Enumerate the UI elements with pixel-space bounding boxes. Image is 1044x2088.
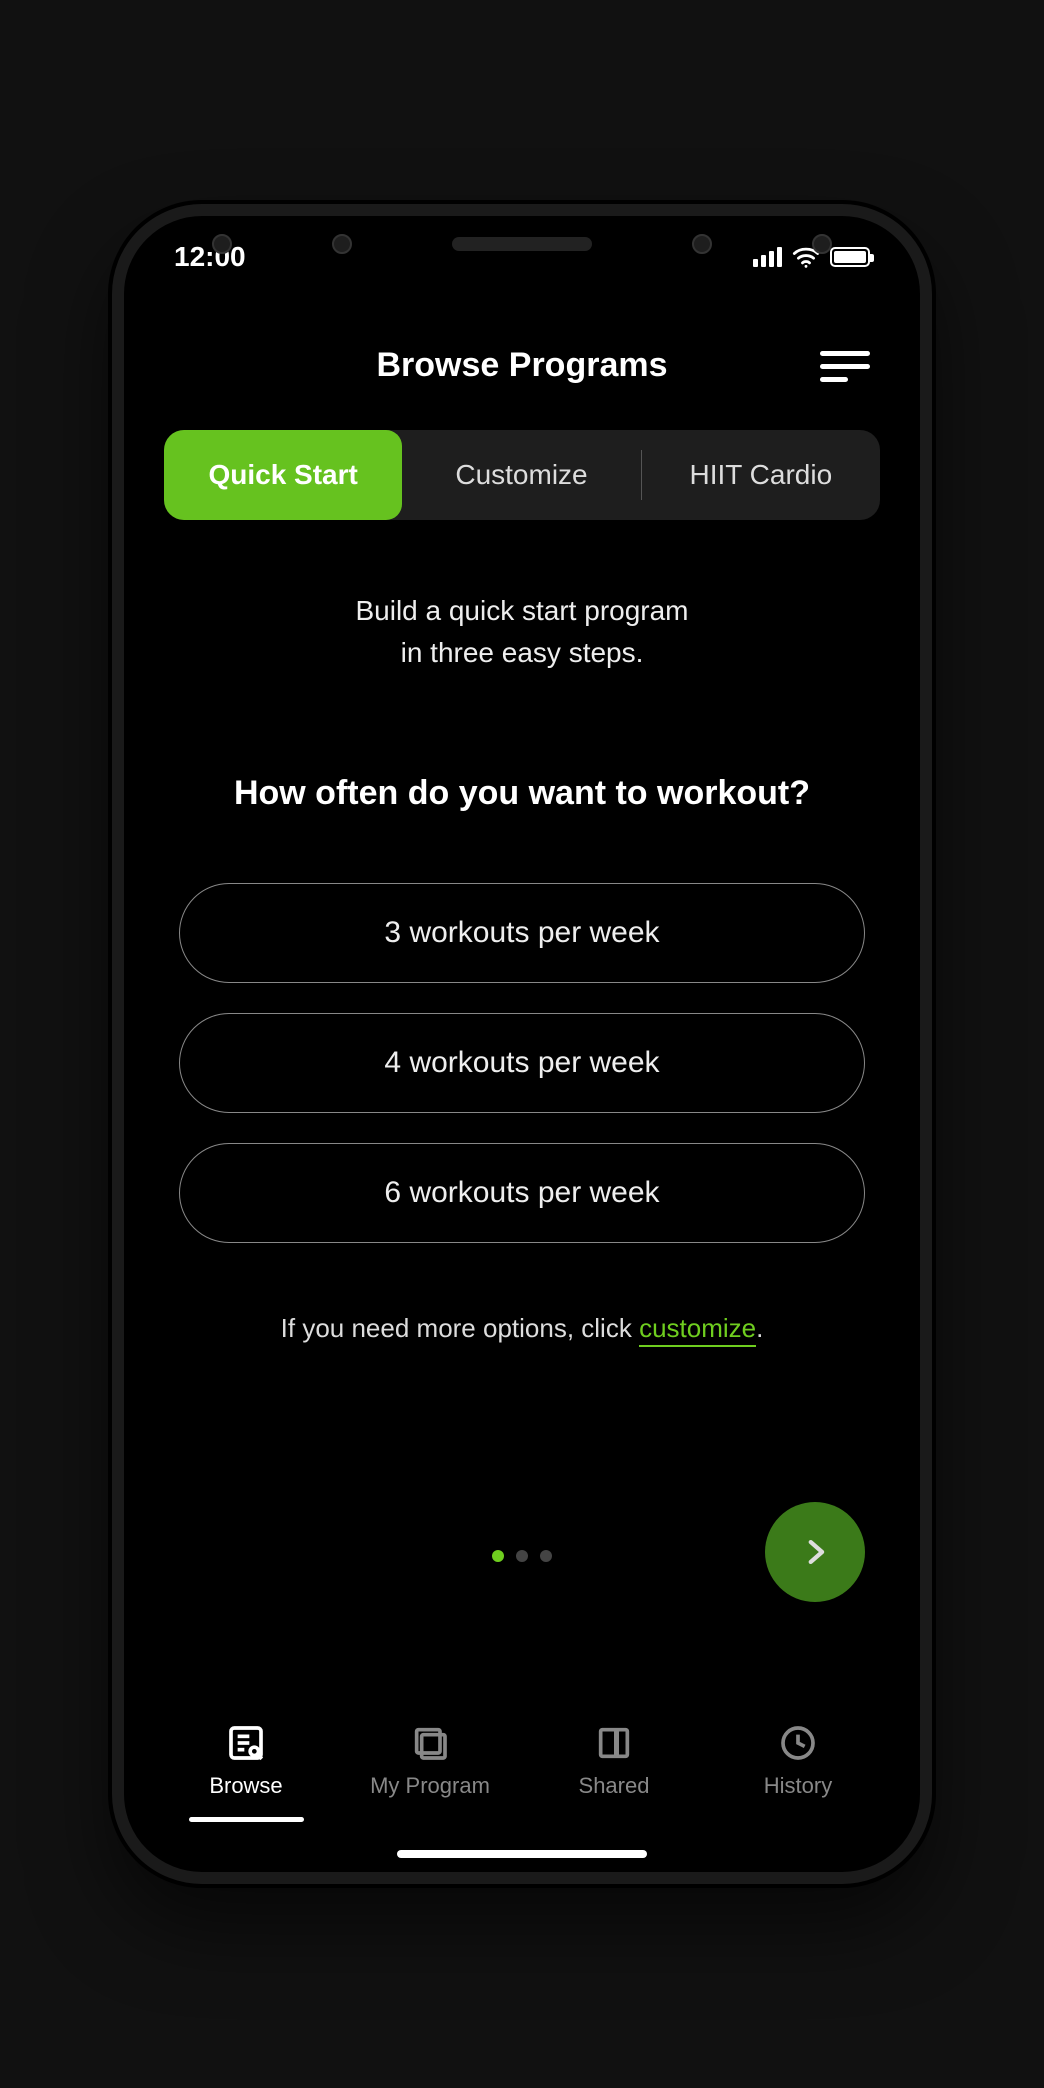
page-dot-2 xyxy=(516,1550,528,1562)
menu-icon xyxy=(820,351,870,356)
home-indicator xyxy=(397,1850,647,1858)
next-button[interactable] xyxy=(765,1502,865,1602)
workout-options: 3 workouts per week 4 workouts per week … xyxy=(124,883,920,1243)
menu-button[interactable] xyxy=(820,351,870,382)
segment-hiit-cardio[interactable]: HIIT Cardio xyxy=(642,430,880,520)
status-bar: 12:00 xyxy=(174,241,870,273)
page-dot-3 xyxy=(540,1550,552,1562)
page-dot-1 xyxy=(492,1550,504,1562)
shared-icon xyxy=(592,1723,636,1763)
history-icon xyxy=(776,1723,820,1763)
header: Browse Programs xyxy=(124,316,920,405)
tab-shared[interactable]: Shared xyxy=(534,1723,694,1822)
segment-quick-start[interactable]: Quick Start xyxy=(164,430,402,520)
customize-link[interactable]: customize xyxy=(639,1313,756,1347)
segmented-control: Quick Start Customize HIIT Cardio xyxy=(164,430,880,520)
tab-bar: Browse My Program Shared History xyxy=(124,1723,920,1822)
chevron-right-icon xyxy=(798,1535,832,1569)
phone-frame: 12:00 Browse Programs Quick Start Custom… xyxy=(112,204,932,1884)
tab-label: History xyxy=(764,1773,832,1799)
tab-history[interactable]: History xyxy=(718,1723,878,1822)
status-time: 12:00 xyxy=(174,241,246,273)
option-4-per-week[interactable]: 4 workouts per week xyxy=(179,1013,865,1113)
option-3-per-week[interactable]: 3 workouts per week xyxy=(179,883,865,983)
wifi-icon xyxy=(792,246,820,268)
tab-browse[interactable]: Browse xyxy=(166,1723,326,1822)
intro-text: Build a quick start program in three eas… xyxy=(124,590,920,674)
browse-icon xyxy=(224,1723,268,1763)
tab-my-program[interactable]: My Program xyxy=(350,1723,510,1822)
tab-label: My Program xyxy=(370,1773,490,1799)
hint-text: If you need more options, click customiz… xyxy=(124,1313,920,1344)
screen: Browse Programs Quick Start Customize HI… xyxy=(124,216,920,1872)
tab-label: Shared xyxy=(579,1773,650,1799)
status-icons xyxy=(753,246,870,268)
program-icon xyxy=(408,1723,452,1763)
page-title: Browse Programs xyxy=(377,346,668,385)
tab-label: Browse xyxy=(209,1773,282,1799)
segment-customize[interactable]: Customize xyxy=(402,430,640,520)
option-6-per-week[interactable]: 6 workouts per week xyxy=(179,1143,865,1243)
battery-icon xyxy=(830,247,870,267)
question-heading: How often do you want to workout? xyxy=(124,774,920,813)
cellular-icon xyxy=(753,247,782,267)
